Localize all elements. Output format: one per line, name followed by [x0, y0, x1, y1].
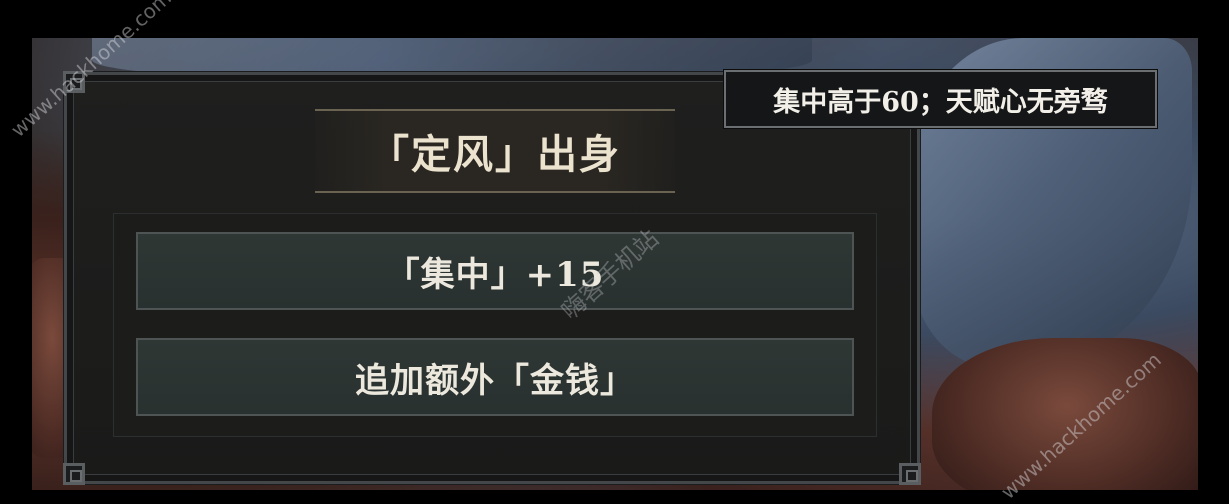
- character-arm: [932, 338, 1198, 490]
- origin-choice-panel: 「定风」出身 「集中」+15 追加额外「金钱」: [63, 71, 921, 485]
- requirement-tooltip: 集中高于60；天赋心无旁骛: [723, 69, 1158, 129]
- panel-title-box: 「定风」出身: [315, 109, 675, 193]
- panel-title: 「定风」出身: [369, 131, 621, 178]
- option-label: 「集中」+15: [385, 254, 605, 295]
- panel-corner-ornament: [63, 71, 85, 93]
- tooltip-text: 集中高于60；天赋心无旁骛: [773, 86, 1108, 118]
- option-extra-money-button[interactable]: 追加额外「金钱」: [136, 338, 854, 416]
- options-area: 「集中」+15 追加额外「金钱」: [113, 213, 877, 437]
- panel-corner-ornament: [899, 463, 921, 485]
- option-focus-bonus-button[interactable]: 「集中」+15: [136, 232, 854, 310]
- option-label: 追加额外「金钱」: [355, 360, 635, 401]
- panel-corner-ornament: [63, 463, 85, 485]
